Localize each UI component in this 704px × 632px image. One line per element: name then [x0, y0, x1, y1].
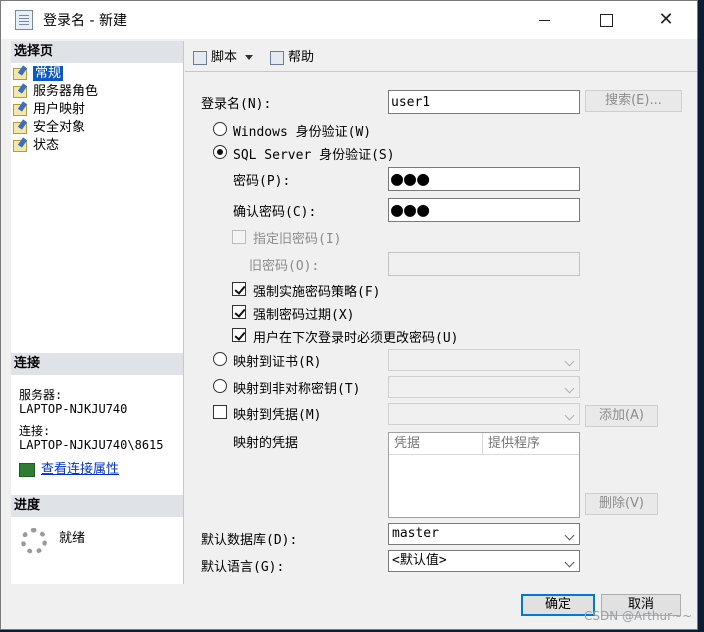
- chevron-down-icon: [564, 356, 575, 367]
- old-password-field[interactable]: [388, 252, 580, 276]
- page-icon: [13, 139, 27, 152]
- server-label: 服务器:: [19, 388, 63, 402]
- chevron-down-icon: [245, 55, 254, 60]
- map-credential-label: 映射到凭据(M): [233, 408, 322, 423]
- help-label: 帮助: [288, 50, 315, 65]
- page-icon: [13, 67, 27, 80]
- grid-header-credential[interactable]: 凭据: [389, 433, 483, 455]
- page-icon: [13, 121, 27, 134]
- script-button[interactable]: 脚本: [193, 46, 254, 65]
- search-button[interactable]: 搜索(E)...: [585, 90, 682, 112]
- script-label: 脚本: [211, 50, 238, 65]
- remove-button[interactable]: 删除(V): [585, 493, 658, 515]
- enforce-expiration-label: 强制密码过期(X): [253, 308, 355, 323]
- connection-label: 连接:: [19, 424, 51, 438]
- add-button[interactable]: 添加(A): [585, 405, 658, 427]
- close-icon[interactable]: ✕: [643, 1, 689, 39]
- must-change-checkbox[interactable]: [232, 328, 246, 342]
- grid-header-provider[interactable]: 提供程序: [483, 433, 579, 455]
- maximize-icon[interactable]: [583, 1, 629, 39]
- title-bar[interactable]: 登录名 - 新建 ✕: [1, 1, 697, 39]
- enforce-expiration-checkbox[interactable]: [232, 305, 246, 319]
- page-item-label: 安全对象: [33, 120, 86, 135]
- certificate-select[interactable]: [388, 349, 580, 371]
- window-title: 登录名 - 新建: [43, 13, 127, 29]
- progress-header: 进度: [11, 495, 183, 517]
- sql-auth-label: SQL Server 身份验证(S): [233, 148, 395, 163]
- confirm-password-mask: ●●●: [391, 197, 431, 221]
- connection-value: LAPTOP-NJKJU740\8615: [19, 438, 164, 452]
- page-item-user-mapping[interactable]: 用户映射: [13, 101, 85, 119]
- chevron-down-icon: [564, 530, 575, 541]
- minimize-icon[interactable]: [521, 1, 567, 39]
- help-icon: [270, 50, 284, 65]
- chevron-down-icon: [564, 383, 575, 394]
- default-language-value: <默认值>: [392, 553, 447, 568]
- page-item-general[interactable]: 常规: [13, 65, 64, 83]
- windows-auth-radio[interactable]: [213, 122, 227, 136]
- watermark: CSDN @Arthur~~: [584, 609, 693, 623]
- dialog-window: 登录名 - 新建 ✕ 选择页 常规 服务器角色 用户映射 安全对象 状态 连接 …: [0, 0, 698, 630]
- enforce-policy-checkbox[interactable]: [232, 282, 246, 296]
- login-name-label: 登录名(N):: [201, 97, 272, 112]
- map-credential-checkbox[interactable]: [213, 405, 227, 419]
- default-database-select[interactable]: master: [388, 523, 580, 545]
- default-language-label: 默认语言(G):: [201, 560, 285, 575]
- page-item-label: 常规: [33, 66, 64, 81]
- sql-auth-radio[interactable]: [213, 145, 227, 159]
- toolbar: 脚本 帮助: [185, 41, 697, 69]
- default-language-select[interactable]: <默认值>: [388, 550, 580, 572]
- view-connection-properties-link[interactable]: 查看连接属性: [19, 458, 119, 477]
- connection-header: 连接: [11, 353, 183, 375]
- mapped-credentials-grid[interactable]: 凭据 提供程序: [388, 432, 580, 518]
- left-pane: 选择页 常规 服务器角色 用户映射 安全对象 状态 连接 服务器: LAPTOP…: [11, 41, 184, 584]
- app-icon: [15, 10, 33, 30]
- map-certificate-label: 映射到证书(R): [233, 355, 322, 370]
- page-item-securables[interactable]: 安全对象: [13, 119, 85, 137]
- password-label: 密码(P):: [233, 174, 291, 189]
- page-item-status[interactable]: 状态: [13, 137, 59, 155]
- windows-auth-label: Windows 身份验证(W): [233, 125, 372, 140]
- help-button[interactable]: 帮助: [270, 46, 314, 65]
- credential-select[interactable]: [388, 403, 580, 425]
- server-value: LAPTOP-NJKJU740: [19, 402, 128, 416]
- progress-spinner-icon: [21, 528, 47, 554]
- password-mask: ●●●: [391, 166, 431, 190]
- map-asymmetric-key-radio[interactable]: [213, 379, 227, 393]
- progress-status: 就绪: [59, 531, 86, 546]
- enforce-policy-label: 强制实施密码策略(F): [253, 285, 381, 300]
- select-page-header: 选择页: [11, 41, 183, 63]
- map-asymmetric-key-label: 映射到非对称密钥(T): [233, 382, 361, 397]
- asymmetric-key-select[interactable]: [388, 376, 580, 398]
- page-item-label: 服务器角色: [33, 84, 99, 99]
- page-item-label: 状态: [33, 138, 60, 153]
- old-password-label: 旧密码(O):: [249, 259, 320, 274]
- specify-old-password-checkbox[interactable]: [232, 230, 246, 244]
- confirm-password-field[interactable]: ●●●: [388, 198, 580, 222]
- page-item-server-roles[interactable]: 服务器角色: [13, 83, 98, 101]
- default-database-value: master: [392, 526, 439, 541]
- map-certificate-radio[interactable]: [213, 352, 227, 366]
- login-name-input[interactable]: [388, 90, 580, 114]
- must-change-label: 用户在下次登录时必须更改密码(U): [253, 331, 459, 346]
- main-pane: 脚本 帮助 登录名(N): 搜索(E)... Windows 身份验证(W) S…: [185, 41, 697, 585]
- default-database-label: 默认数据库(D):: [201, 533, 298, 548]
- chevron-down-icon: [564, 410, 575, 421]
- page-item-label: 用户映射: [33, 102, 86, 117]
- script-icon: [193, 50, 207, 65]
- page-icon: [13, 103, 27, 116]
- mapped-credentials-label: 映射的凭据: [233, 436, 299, 451]
- properties-icon: [19, 462, 35, 477]
- specify-old-password-label: 指定旧密码(I): [253, 232, 342, 247]
- password-field[interactable]: ●●●: [388, 167, 580, 191]
- page-icon: [13, 85, 27, 98]
- toolbar-divider: [185, 71, 697, 72]
- link-label: 查看连接属性: [41, 462, 120, 477]
- confirm-password-label: 确认密码(C):: [233, 205, 317, 220]
- chevron-down-icon: [564, 557, 575, 568]
